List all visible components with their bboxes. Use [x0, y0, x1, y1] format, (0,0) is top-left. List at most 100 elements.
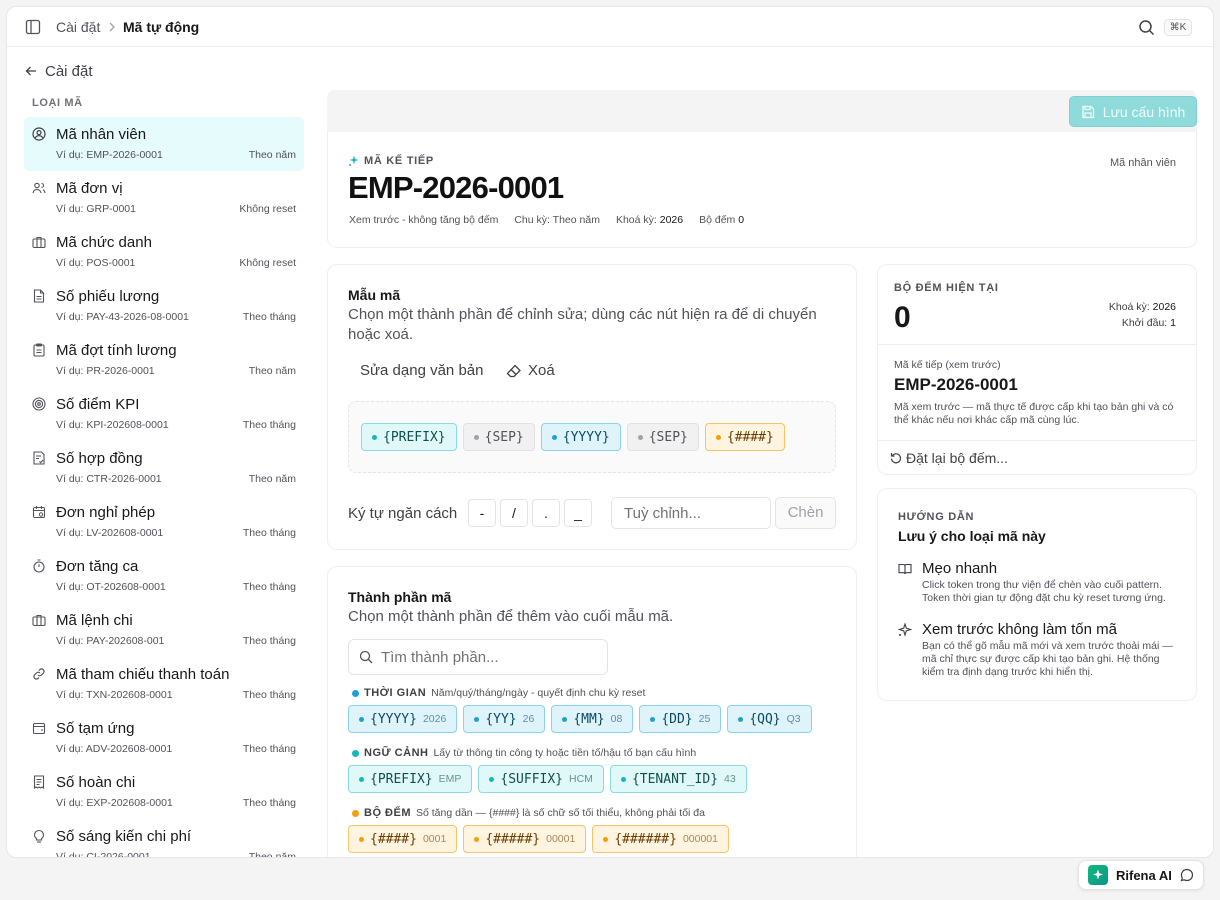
library-token[interactable]: {YY} 26	[463, 705, 546, 733]
library-token[interactable]: {#####} 00001	[463, 825, 587, 853]
ai-assistant-button[interactable]: Rifena AI	[1078, 860, 1204, 890]
pattern-canvas[interactable]: {PREFIX} {SEP} {YYYY} {SEP} {####}	[348, 401, 836, 473]
insert-button[interactable]: Chèn	[775, 497, 836, 529]
code-type-label: Mã nhân viên	[1109, 157, 1176, 169]
library-token[interactable]: {YYYY} 2026	[348, 705, 458, 733]
sidebar-item-example: Ví dụ: KPI-202608-0001	[56, 419, 169, 431]
custom-separator-input[interactable]	[611, 497, 771, 529]
token-dot	[637, 434, 643, 440]
sidebar-item-name: Số tạm ứng	[56, 720, 135, 737]
token-label: {####}	[726, 429, 774, 445]
sidebar-item[interactable]: Mã đơn vị Ví dụ: GRP-0001 Không reset	[24, 171, 304, 225]
sidebar-item-reset: Theo năm	[248, 473, 296, 485]
pattern-token[interactable]: {SEP}	[462, 423, 535, 451]
component-search[interactable]	[348, 639, 608, 675]
cycle-value: Theo năm	[552, 214, 600, 226]
token-label: {SEP}	[484, 429, 524, 445]
reset-counter-button[interactable]: Đặt lại bộ đếm...	[890, 450, 1008, 466]
component-group-header: BỘ ĐẾM Số tăng dần — {####} là số chữ số …	[352, 807, 705, 819]
group-dot	[352, 809, 359, 817]
token-label: {YY}	[485, 711, 517, 727]
library-token[interactable]: {######} 000001	[592, 825, 729, 853]
token-label: {####}	[370, 831, 417, 847]
sidebar-item[interactable]: Số phiếu lương Ví dụ: PAY-43-2026-08-0001…	[24, 279, 304, 333]
sidebar-item[interactable]: Mã đợt tính lương Ví dụ: PR-2026-0001 Theo…	[24, 333, 304, 387]
pattern-token[interactable]: {YYYY}	[540, 423, 621, 451]
guide-card: HƯỚNG DẪN Lưu ý cho loại mã này Mẹo nhan…	[877, 488, 1197, 701]
token-dot	[562, 716, 568, 722]
divider	[878, 344, 1196, 345]
separator-slash-button[interactable]: /	[500, 499, 528, 527]
library-token[interactable]: {DD} 25	[639, 705, 722, 733]
sidebar-item-name: Số hợp đồng	[56, 450, 143, 467]
token-dot	[474, 836, 480, 842]
contract-icon	[33, 451, 45, 465]
sidebar-item-name: Đơn tăng ca	[56, 558, 139, 575]
sidebar-item[interactable]: Đơn nghỉ phép Ví dụ: LV-202608-0001 Theo t…	[24, 495, 304, 549]
sidebar-item-reset: Theo tháng	[242, 419, 296, 431]
breadcrumb-parent[interactable]: Cài đặt	[56, 19, 100, 35]
components-card: Thành phần mã Chọn một thành phần để thê…	[327, 566, 857, 857]
guide-title: HƯỚNG DẪN	[898, 511, 975, 523]
sidebar-item-name: Đơn nghỉ phép	[56, 504, 156, 521]
sidebar-item[interactable]: Số sáng kiến chi phí Ví dụ: CI-2026-0001 T…	[24, 819, 304, 858]
group-desc: Số tăng dần — {####} là số chữ số tối th…	[416, 807, 705, 819]
library-token[interactable]: {####} 0001	[348, 825, 458, 853]
lock-value: 2026	[659, 214, 684, 226]
back-label: Cài đặt	[45, 62, 93, 80]
token-label: {PREFIX}	[383, 429, 446, 445]
library-token[interactable]: {MM} 08	[551, 705, 634, 733]
sidebar-item[interactable]: Số điểm KPI Ví dụ: KPI-202608-0001 Theo th…	[24, 387, 304, 441]
sidebar-item-example: Ví dụ: PR-2026-0001	[56, 365, 155, 377]
token-label: {YYYY}	[562, 429, 610, 445]
component-group-header: THỜI GIAN Năm/quý/tháng/ngày - quyết định…	[352, 687, 645, 699]
sidebar-item-reset: Không reset	[239, 203, 296, 215]
component-search-input[interactable]	[381, 648, 591, 666]
back-link[interactable]: Cài đặt	[25, 61, 93, 81]
token-label: {SUFFIX}	[500, 771, 564, 787]
separator-dash-button[interactable]: -	[468, 499, 496, 527]
sidebar-item-example: Ví dụ: OT-202608-0001	[56, 581, 166, 593]
search-icon[interactable]	[1138, 19, 1155, 36]
token-label: {######}	[614, 831, 677, 847]
token-dot	[620, 776, 626, 782]
arrow-left-icon	[25, 66, 36, 76]
link-icon	[33, 668, 45, 680]
sidebar-item[interactable]: Số hoàn chi Ví dụ: EXP-202608-0001 Theo th…	[24, 765, 304, 819]
token-dot	[603, 836, 609, 842]
token-sample: 0001	[422, 833, 447, 845]
separator-label: Ký tự ngăn cách	[348, 505, 458, 522]
pattern-token[interactable]: {SEP}	[626, 423, 699, 451]
next-code-value: EMP-2026-0001	[348, 170, 564, 205]
pattern-token[interactable]: {####}	[704, 423, 785, 451]
pattern-token[interactable]: {PREFIX}	[361, 423, 457, 451]
library-token[interactable]: {QQ} Q3	[727, 705, 812, 733]
top-bar: Cài đặt Mã tự động ⌘K	[7, 7, 1213, 47]
token-dot	[650, 716, 656, 722]
clear-button[interactable]: Xoá	[506, 362, 555, 379]
sidebar-toggle-icon[interactable]	[25, 19, 41, 35]
sidebar-item-example: Ví dụ: ADV-202608-0001	[56, 743, 173, 755]
library-token[interactable]: {PREFIX} EMP	[348, 765, 473, 793]
sidebar-item[interactable]: Mã chức danh Ví dụ: POS-0001 Không reset	[24, 225, 304, 279]
sidebar-title: LOẠI MÃ	[32, 97, 83, 109]
sidebar-item-example: Ví dụ: CI-2026-0001	[56, 851, 151, 858]
separator-underscore-button[interactable]: _	[564, 499, 592, 527]
tip-title: Xem trước không làm tốn mã	[922, 621, 1117, 638]
save-button[interactable]: Lưu cấu hình	[1069, 96, 1197, 127]
separator-dot-button[interactable]: .	[532, 499, 560, 527]
sidebar-item[interactable]: Mã tham chiếu thanh toán Ví dụ: TXN-20260…	[24, 657, 304, 711]
sidebar-item-reset: Theo năm	[248, 149, 296, 161]
cycle-label: Chu kỳ:	[514, 214, 550, 226]
sidebar-item[interactable]: Mã lệnh chi Ví dụ: PAY-202608-001 Theo thá…	[24, 603, 304, 657]
sidebar-item[interactable]: Số tạm ứng Ví dụ: ADV-202608-0001 Theo thá…	[24, 711, 304, 765]
sidebar-item[interactable]: Mã nhân viên Ví dụ: EMP-2026-0001 Theo năm	[24, 117, 304, 171]
edit-text-button[interactable]: Sửa dạng văn bản	[360, 362, 483, 379]
library-token[interactable]: {TENANT_ID} 43	[609, 765, 747, 793]
component-token-row: {####} 0001 {#####} 00001 {######} 000001	[348, 825, 729, 853]
sidebar-item[interactable]: Số hợp đồng Ví dụ: CTR-2026-0001 Theo năm	[24, 441, 304, 495]
chat-icon	[1180, 868, 1193, 882]
sidebar-item-name: Mã nhân viên	[56, 126, 147, 143]
library-token[interactable]: {SUFFIX} HCM	[478, 765, 604, 793]
sidebar-item[interactable]: Đơn tăng ca Ví dụ: OT-202608-0001 Theo thá…	[24, 549, 304, 603]
